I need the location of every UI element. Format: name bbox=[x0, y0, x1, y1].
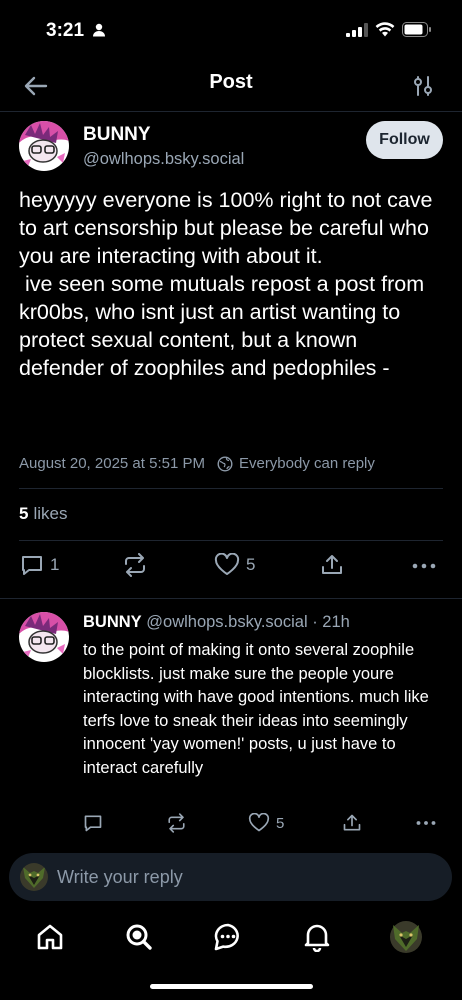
bottom-tab-bar bbox=[0, 915, 462, 970]
likes-summary[interactable]: 5 likes bbox=[19, 504, 67, 524]
filter-icon bbox=[414, 76, 432, 96]
share-icon bbox=[343, 814, 361, 831]
heart-icon bbox=[214, 553, 240, 575]
reply-icon bbox=[84, 815, 102, 832]
reply-header: BUNNY @owlhops.bsky.social · 21h bbox=[83, 613, 350, 632]
tab-profile[interactable] bbox=[388, 919, 424, 955]
author-handle[interactable]: @owlhops.bsky.social bbox=[83, 150, 244, 169]
share-icon bbox=[322, 555, 342, 574]
divider bbox=[0, 598, 462, 599]
tab-notifications[interactable] bbox=[299, 919, 335, 955]
reply-age: · 21h bbox=[312, 613, 350, 631]
reply-author-avatar[interactable] bbox=[19, 612, 69, 662]
status-time: 3:21 bbox=[46, 20, 85, 41]
more-icon bbox=[416, 821, 436, 825]
reply-button[interactable]: 1 bbox=[20, 553, 59, 577]
reply-more-button[interactable] bbox=[415, 813, 437, 833]
reply-count: 1 bbox=[50, 555, 60, 574]
reply-share-button[interactable] bbox=[342, 813, 362, 833]
home-indicator bbox=[150, 984, 313, 989]
repost-icon bbox=[168, 813, 185, 833]
reply-author-name[interactable]: BUNNY bbox=[83, 613, 142, 631]
globe-icon bbox=[217, 455, 233, 472]
post-timestamp: August 20, 2025 at 5:51 PM bbox=[19, 455, 205, 472]
my-avatar bbox=[20, 863, 48, 891]
person-icon bbox=[93, 23, 105, 37]
follow-button[interactable]: Follow bbox=[366, 121, 443, 159]
post-meta: August 20, 2025 at 5:51 PM Everybody can… bbox=[19, 455, 375, 472]
author-name[interactable]: BUNNY bbox=[83, 124, 151, 146]
post-text: heyyyyy everyone is 100% right to not ca… bbox=[19, 188, 433, 380]
repost-icon bbox=[125, 553, 145, 577]
author-avatar[interactable] bbox=[19, 121, 69, 171]
tab-home[interactable] bbox=[32, 919, 68, 955]
search-icon bbox=[126, 924, 152, 950]
reply-setting[interactable]: Everybody can reply bbox=[239, 455, 375, 472]
tab-chat[interactable] bbox=[210, 919, 246, 955]
home-icon bbox=[37, 924, 63, 950]
like-count: 5 bbox=[246, 555, 256, 574]
signal-icon bbox=[346, 22, 368, 37]
divider bbox=[19, 488, 443, 489]
page-title: Post bbox=[209, 71, 253, 93]
chat-icon bbox=[214, 923, 239, 951]
share-button[interactable] bbox=[320, 553, 344, 577]
battery-icon bbox=[402, 22, 431, 37]
reply-like-button[interactable]: 5 bbox=[248, 813, 284, 833]
divider bbox=[19, 540, 443, 541]
thread-options-button[interactable] bbox=[408, 70, 438, 102]
more-icon bbox=[412, 563, 436, 569]
reply-author-handle[interactable]: @owlhops.bsky.social bbox=[146, 613, 307, 631]
like-button[interactable]: 5 bbox=[214, 553, 255, 577]
likes-count: 5 bbox=[19, 504, 29, 523]
status-bar: 3:21 bbox=[0, 0, 462, 60]
repost-button[interactable] bbox=[122, 553, 148, 577]
wifi-icon bbox=[375, 22, 395, 37]
reply-icon bbox=[22, 556, 42, 575]
more-button[interactable] bbox=[411, 553, 437, 577]
likes-label: likes bbox=[33, 504, 68, 523]
reply-composer[interactable]: Write your reply bbox=[9, 853, 452, 901]
reply-text: to the point of making it onto several z… bbox=[83, 641, 429, 777]
reply-like-count: 5 bbox=[276, 814, 285, 832]
bell-icon bbox=[304, 924, 330, 952]
reply-repost-button[interactable] bbox=[166, 813, 187, 833]
avatar bbox=[390, 921, 422, 953]
heart-icon bbox=[248, 813, 270, 832]
reply-input-placeholder[interactable]: Write your reply bbox=[57, 867, 183, 888]
tab-search[interactable] bbox=[121, 919, 157, 955]
post-header: Post bbox=[0, 60, 462, 112]
reply-reply-button[interactable] bbox=[83, 813, 103, 833]
